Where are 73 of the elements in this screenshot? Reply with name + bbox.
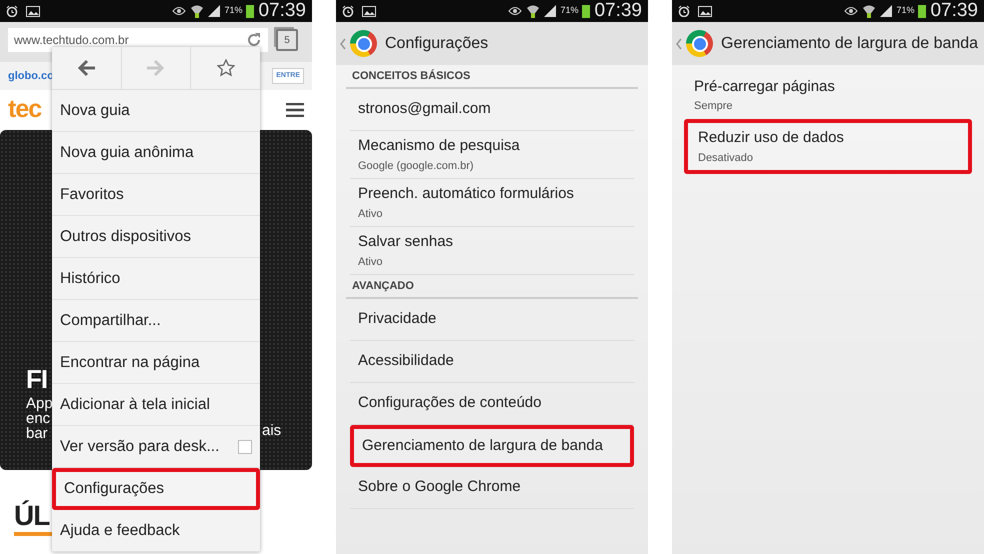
banner-title: FI bbox=[26, 363, 48, 396]
battery-percentage: 71% bbox=[896, 4, 914, 18]
settings-item[interactable]: Privacidade bbox=[350, 299, 634, 341]
browser-logo bbox=[350, 30, 377, 57]
browser-logo bbox=[686, 30, 713, 57]
alarm-clock-icon bbox=[678, 5, 690, 17]
image-icon bbox=[26, 6, 40, 16]
settings-item[interactable]: Acessibilidade bbox=[350, 341, 634, 383]
battery-percentage: 71% bbox=[224, 4, 242, 18]
menu-item[interactable]: Histórico bbox=[52, 258, 260, 300]
back-chevron-icon[interactable] bbox=[340, 38, 346, 50]
screen-title: Gerenciamento de largura de banda bbox=[721, 34, 978, 54]
eye-icon bbox=[508, 6, 522, 16]
alarm-clock-icon bbox=[342, 5, 354, 17]
item-subtitle: Ativo bbox=[358, 206, 384, 222]
battery-icon bbox=[918, 4, 926, 18]
arrow-right-icon bbox=[147, 59, 165, 77]
menu-item[interactable]: Configurações bbox=[52, 468, 260, 510]
banner-text: bar bbox=[26, 426, 48, 441]
menu-icon[interactable] bbox=[286, 103, 304, 117]
settings-item[interactable]: Salvar senhas Ativo bbox=[350, 227, 634, 275]
clock-time: 07:39 bbox=[930, 0, 978, 22]
star-icon bbox=[216, 59, 235, 77]
menu-item[interactable]: Ver versão para desk... bbox=[52, 426, 260, 468]
menu-item[interactable]: Compartilhar... bbox=[52, 300, 260, 342]
settings-item[interactable]: Reduzir uso de dados Desativado bbox=[684, 119, 972, 174]
settings-item[interactable]: Gerenciamento de largura de banda bbox=[350, 425, 634, 467]
clock-time: 07:39 bbox=[258, 0, 306, 22]
screen-title: Configurações bbox=[385, 34, 488, 54]
menu-item[interactable]: Favoritos bbox=[52, 174, 260, 216]
item-subtitle: Google (google.com.br) bbox=[358, 158, 475, 174]
section-header: AVANÇADO bbox=[346, 275, 638, 299]
battery-icon bbox=[246, 4, 254, 18]
battery-icon bbox=[582, 4, 590, 18]
banner-text: App bbox=[26, 396, 53, 411]
checkbox[interactable] bbox=[238, 440, 252, 454]
clock-time: 07:39 bbox=[594, 0, 642, 22]
alarm-clock-icon bbox=[6, 5, 18, 17]
signal-icon bbox=[544, 5, 556, 17]
settings-item[interactable]: Mecanismo de pesquisa Google (google.com.br) bbox=[350, 131, 634, 179]
image-icon bbox=[698, 6, 712, 16]
menu-item[interactable]: Ajuda e feedback bbox=[52, 510, 260, 552]
menu-item[interactable]: Adicionar à tela inicial bbox=[52, 384, 260, 426]
settings-item[interactable]: Configurações de conteúdo bbox=[350, 383, 634, 425]
back-chevron-icon[interactable] bbox=[676, 38, 682, 50]
signal-icon bbox=[208, 5, 220, 17]
banner-text: ais bbox=[262, 421, 282, 441]
menu-item[interactable]: Encontrar na página bbox=[52, 342, 260, 384]
menu-item[interactable]: Nova guia bbox=[52, 90, 260, 132]
menu-item[interactable]: Nova guia anônima bbox=[52, 132, 260, 174]
settings-item[interactable]: stronos@gmail.com bbox=[350, 89, 634, 131]
signal-icon bbox=[880, 5, 892, 17]
banner-text: enc bbox=[26, 411, 50, 426]
image-icon bbox=[362, 6, 376, 16]
reload-icon[interactable] bbox=[246, 32, 262, 48]
section-header: CONCEITOS BÁSICOS bbox=[346, 65, 638, 89]
wifi-icon bbox=[190, 4, 204, 18]
item-subtitle: Ativo bbox=[358, 254, 384, 270]
settings-item[interactable]: Pré-carregar páginas Sempre bbox=[684, 71, 972, 119]
section-heading: ÚL bbox=[14, 500, 50, 532]
site-link[interactable]: globo.co bbox=[8, 68, 54, 84]
eye-icon bbox=[172, 6, 186, 16]
settings-item[interactable]: Sobre o Google Chrome bbox=[350, 467, 634, 509]
settings-item[interactable]: Preench. automático formulários Ativo bbox=[350, 179, 634, 227]
arrow-left-icon bbox=[77, 59, 96, 77]
battery-percentage: 71% bbox=[560, 4, 578, 18]
wifi-icon bbox=[862, 4, 876, 18]
item-subtitle: Desativado bbox=[698, 150, 754, 166]
tab-switcher-button[interactable]: 5 bbox=[276, 29, 298, 51]
eye-icon bbox=[844, 6, 858, 16]
item-subtitle: Sempre bbox=[694, 99, 734, 114]
wifi-icon bbox=[526, 4, 540, 18]
menu-item[interactable]: Outros dispositivos bbox=[52, 216, 260, 258]
